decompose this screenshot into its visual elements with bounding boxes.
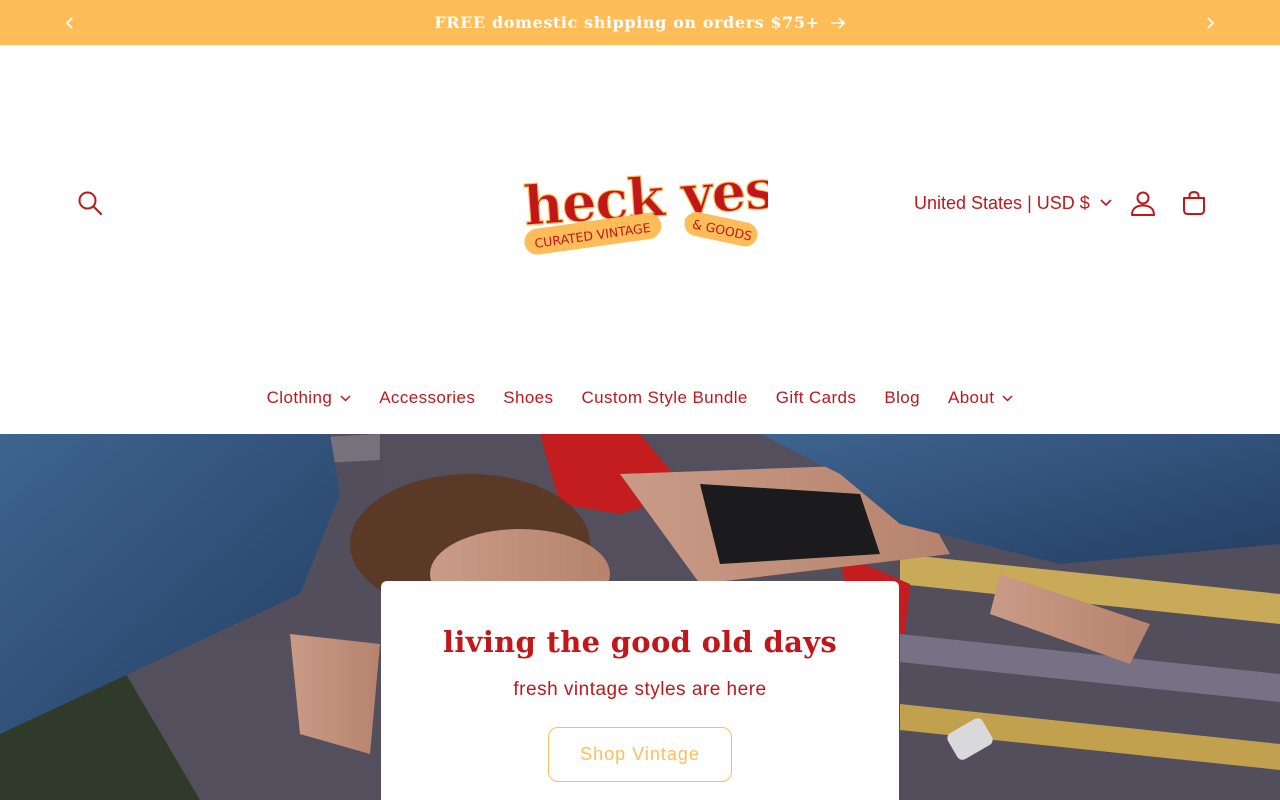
nav-item-custom-style-bundle[interactable]: Custom Style Bundle [567, 375, 761, 421]
chevron-down-icon [340, 394, 351, 402]
account-button[interactable] [1120, 179, 1166, 227]
nav-item-about[interactable]: About [934, 375, 1027, 421]
heck-yes-logo: heck yes CURATED VINTAGE & GOODS [521, 156, 777, 255]
account-icon [1131, 191, 1155, 216]
hero-title: living the good old days [443, 625, 837, 659]
hero-banner: living the good old days fresh vintage s… [0, 434, 1280, 800]
announcement-bar: FREE domestic shipping on orders $75+ [0, 0, 1280, 45]
announcement-text: FREE domestic shipping on orders $75+ [434, 13, 820, 32]
chevron-left-icon [65, 16, 73, 29]
announcement-prev-button[interactable] [48, 0, 92, 45]
nav-item-label: Accessories [379, 388, 476, 407]
chevron-right-icon [1207, 16, 1215, 29]
nav-item-blog[interactable]: Blog [870, 375, 934, 421]
cart-button[interactable] [1170, 179, 1218, 227]
nav-item-label: Shoes [503, 388, 554, 407]
nav-item-label: About [947, 388, 995, 407]
shop-vintage-button[interactable]: Shop Vintage [548, 727, 732, 782]
main-navigation: Clothing Accessories Shoes Custom Style … [0, 375, 1280, 421]
country-currency-selector[interactable]: United States | USD $ [914, 185, 1112, 221]
country-currency-label: United States | USD $ [914, 192, 1090, 213]
nav-item-gift-cards[interactable]: Gift Cards [762, 375, 871, 421]
announcement-link[interactable]: FREE domestic shipping on orders $75+ [434, 13, 845, 32]
nav-item-label: Custom Style Bundle [581, 388, 748, 407]
store-logo[interactable]: heck yes CURATED VINTAGE & GOODS [512, 155, 777, 263]
chevron-down-icon [1002, 394, 1013, 402]
search-button[interactable] [66, 179, 114, 227]
arrow-right-icon [830, 16, 845, 29]
cart-icon [1183, 190, 1205, 215]
hero-subtitle: fresh vintage styles are here [513, 679, 767, 700]
nav-item-accessories[interactable]: Accessories [365, 375, 489, 421]
announcement-next-button[interactable] [1188, 0, 1232, 45]
nav-item-label: Clothing [266, 388, 333, 407]
nav-item-label: Blog [884, 388, 920, 407]
nav-item-clothing[interactable]: Clothing [253, 375, 366, 421]
site-header: heck yes CURATED VINTAGE & GOODS United … [0, 45, 1280, 435]
nav-item-shoes[interactable]: Shoes [489, 375, 567, 421]
search-icon [78, 191, 102, 215]
chevron-down-icon [1100, 199, 1112, 207]
nav-item-label: Gift Cards [775, 388, 857, 407]
hero-content-card: living the good old days fresh vintage s… [381, 581, 899, 800]
